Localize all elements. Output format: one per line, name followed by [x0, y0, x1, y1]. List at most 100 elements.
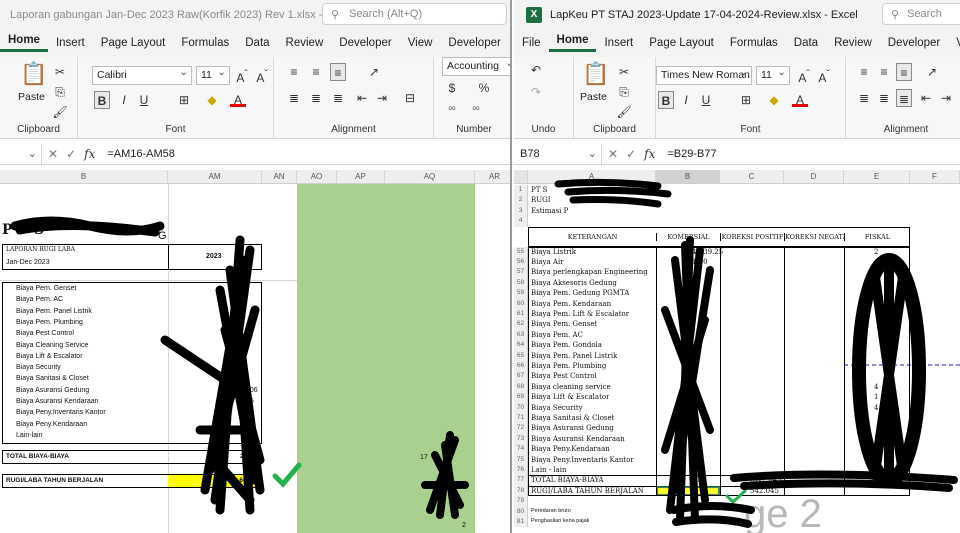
align-center-icon[interactable]: ≣ — [876, 89, 892, 107]
font-size-select[interactable]: 11 — [196, 66, 230, 85]
borders-icon[interactable]: ⊞ — [176, 91, 192, 109]
tab-review[interactable]: Review — [278, 37, 332, 49]
column-header-aq[interactable]: AQ — [385, 170, 475, 184]
paste-icon[interactable]: 📋 — [20, 61, 47, 87]
tab-file[interactable]: File — [514, 37, 549, 49]
italic-button[interactable]: I — [678, 91, 694, 109]
column-header-ao[interactable]: AO — [297, 170, 337, 184]
borders-icon[interactable]: ⊞ — [738, 91, 754, 109]
tab-data[interactable]: Data — [786, 37, 826, 49]
search-box[interactable]: ⚲ Search — [882, 3, 960, 25]
font-name-select[interactable]: Times New Roman — [656, 66, 752, 85]
tab-formulas[interactable]: Formulas — [173, 37, 237, 49]
column-header-ap[interactable]: AP — [337, 170, 385, 184]
align-bottom-icon[interactable]: ≡ — [330, 63, 346, 81]
row-header[interactable]: 74 — [514, 444, 528, 455]
decrease-indent-icon[interactable]: ⇤ — [354, 89, 370, 107]
select-all-corner[interactable] — [514, 170, 528, 184]
tab-home[interactable]: Home — [548, 34, 597, 52]
column-header-am[interactable]: AM — [168, 170, 262, 184]
formula-input[interactable]: =AM16-AM58 — [101, 148, 175, 160]
name-box[interactable]: ⌄ — [0, 143, 42, 164]
column-header-c[interactable]: C — [720, 170, 784, 184]
increase-indent-icon[interactable]: ⇥ — [374, 89, 390, 107]
tab-page-layout[interactable]: Page Layout — [641, 37, 722, 49]
font-color-icon[interactable]: A — [792, 91, 808, 107]
align-right-icon[interactable]: ≣ — [330, 89, 346, 107]
copy-icon[interactable]: ⎘ — [616, 83, 632, 101]
redo-icon[interactable]: ↷ — [528, 83, 544, 101]
align-middle-icon[interactable]: ≡ — [876, 63, 892, 81]
decrease-font-icon[interactable]: Aˇ — [254, 66, 270, 85]
spreadsheet-grid[interactable]: B AM AN AO AP AQ AR PT S G LAPORAN RUGI … — [0, 170, 510, 533]
increase-font-icon[interactable]: Aˆ — [796, 66, 812, 85]
row-header[interactable]: 78 — [514, 485, 528, 497]
number-format-select[interactable]: Accounting — [442, 57, 510, 76]
spreadsheet-grid[interactable]: A B C D E F 1 PT S 2 RUGI 3 Estimasi P 4 KETERA… — [514, 170, 960, 533]
undo-icon[interactable]: ↶ — [528, 61, 544, 79]
row-header[interactable]: 3 — [514, 205, 528, 217]
row-header[interactable]: 80 — [514, 506, 528, 517]
row-header[interactable]: 57 — [514, 267, 528, 278]
tab-data[interactable]: Data — [237, 37, 277, 49]
cut-icon[interactable]: ✂ — [52, 63, 68, 81]
row-header[interactable]: 1 — [514, 185, 528, 196]
insert-function-icon[interactable]: fx — [84, 147, 95, 161]
orientation-icon[interactable]: ↗ — [366, 63, 382, 81]
tab-home[interactable]: Home — [0, 34, 48, 52]
row-header[interactable]: 56 — [514, 257, 528, 268]
italic-button[interactable]: I — [116, 91, 132, 109]
column-header-an[interactable]: AN — [262, 170, 297, 184]
fill-color-icon[interactable]: ◆ — [204, 91, 220, 109]
column-header-e[interactable]: E — [844, 170, 910, 184]
row-header[interactable]: 70 — [514, 402, 528, 413]
row-header[interactable]: 71 — [514, 413, 528, 424]
paste-icon[interactable]: 📋 — [582, 61, 609, 87]
decrease-decimal-icon[interactable]: ⁰⁰ — [468, 101, 484, 119]
row-header[interactable]: 81 — [514, 517, 528, 528]
bold-button[interactable]: B — [658, 91, 674, 109]
align-middle-icon[interactable]: ≡ — [308, 63, 324, 81]
row-header[interactable]: 67 — [514, 371, 528, 382]
orientation-icon[interactable]: ↗ — [924, 63, 940, 81]
underline-button[interactable]: U — [136, 91, 152, 109]
font-size-select[interactable]: 11 — [756, 66, 790, 85]
increase-font-icon[interactable]: Aˆ — [234, 66, 250, 85]
cut-icon[interactable]: ✂ — [616, 63, 632, 81]
copy-icon[interactable]: ⎘ — [52, 83, 68, 101]
tab-developer[interactable]: Developer — [331, 37, 399, 49]
row-header[interactable]: 64 — [514, 340, 528, 351]
cancel-icon[interactable]: ✕ — [48, 147, 58, 161]
row-header[interactable]: 68 — [514, 381, 528, 393]
row-header[interactable]: 2 — [514, 195, 528, 206]
row-header[interactable]: 61 — [514, 309, 528, 320]
row-header[interactable]: 63 — [514, 329, 528, 341]
row-header[interactable]: 62 — [514, 319, 528, 330]
row-header[interactable]: 4 — [514, 216, 528, 227]
fill-color-icon[interactable]: ◆ — [766, 91, 782, 109]
percent-icon[interactable]: % — [476, 79, 492, 97]
format-painter-icon[interactable]: 🖌 — [52, 103, 68, 121]
currency-icon[interactable]: $ — [444, 79, 460, 97]
align-right-icon[interactable]: ≣ — [896, 89, 912, 107]
row-header[interactable]: 58 — [514, 277, 528, 289]
decrease-indent-icon[interactable]: ⇤ — [918, 89, 934, 107]
tab-developer[interactable]: Developer — [880, 37, 948, 49]
row-header[interactable]: 60 — [514, 298, 528, 309]
tab-page-layout[interactable]: Page Layout — [93, 37, 174, 49]
font-name-select[interactable]: Calibri — [92, 66, 192, 85]
row-header[interactable]: 77 — [514, 475, 528, 486]
cancel-icon[interactable]: ✕ — [608, 147, 618, 161]
align-bottom-icon[interactable]: ≡ — [896, 63, 912, 81]
column-header-b[interactable]: B — [0, 170, 168, 184]
format-painter-icon[interactable]: 🖌 — [616, 103, 632, 121]
align-left-icon[interactable]: ≣ — [856, 89, 872, 107]
row-header[interactable]: 76 — [514, 465, 528, 476]
paste-button[interactable]: Paste — [580, 91, 607, 103]
bold-button[interactable]: B — [94, 91, 110, 109]
paste-button[interactable]: Paste — [18, 91, 45, 103]
align-center-icon[interactable]: ≣ — [308, 89, 324, 107]
font-color-icon[interactable]: A — [230, 91, 246, 107]
increase-indent-icon[interactable]: ⇥ — [938, 89, 954, 107]
row-header[interactable]: 79 — [514, 496, 528, 507]
